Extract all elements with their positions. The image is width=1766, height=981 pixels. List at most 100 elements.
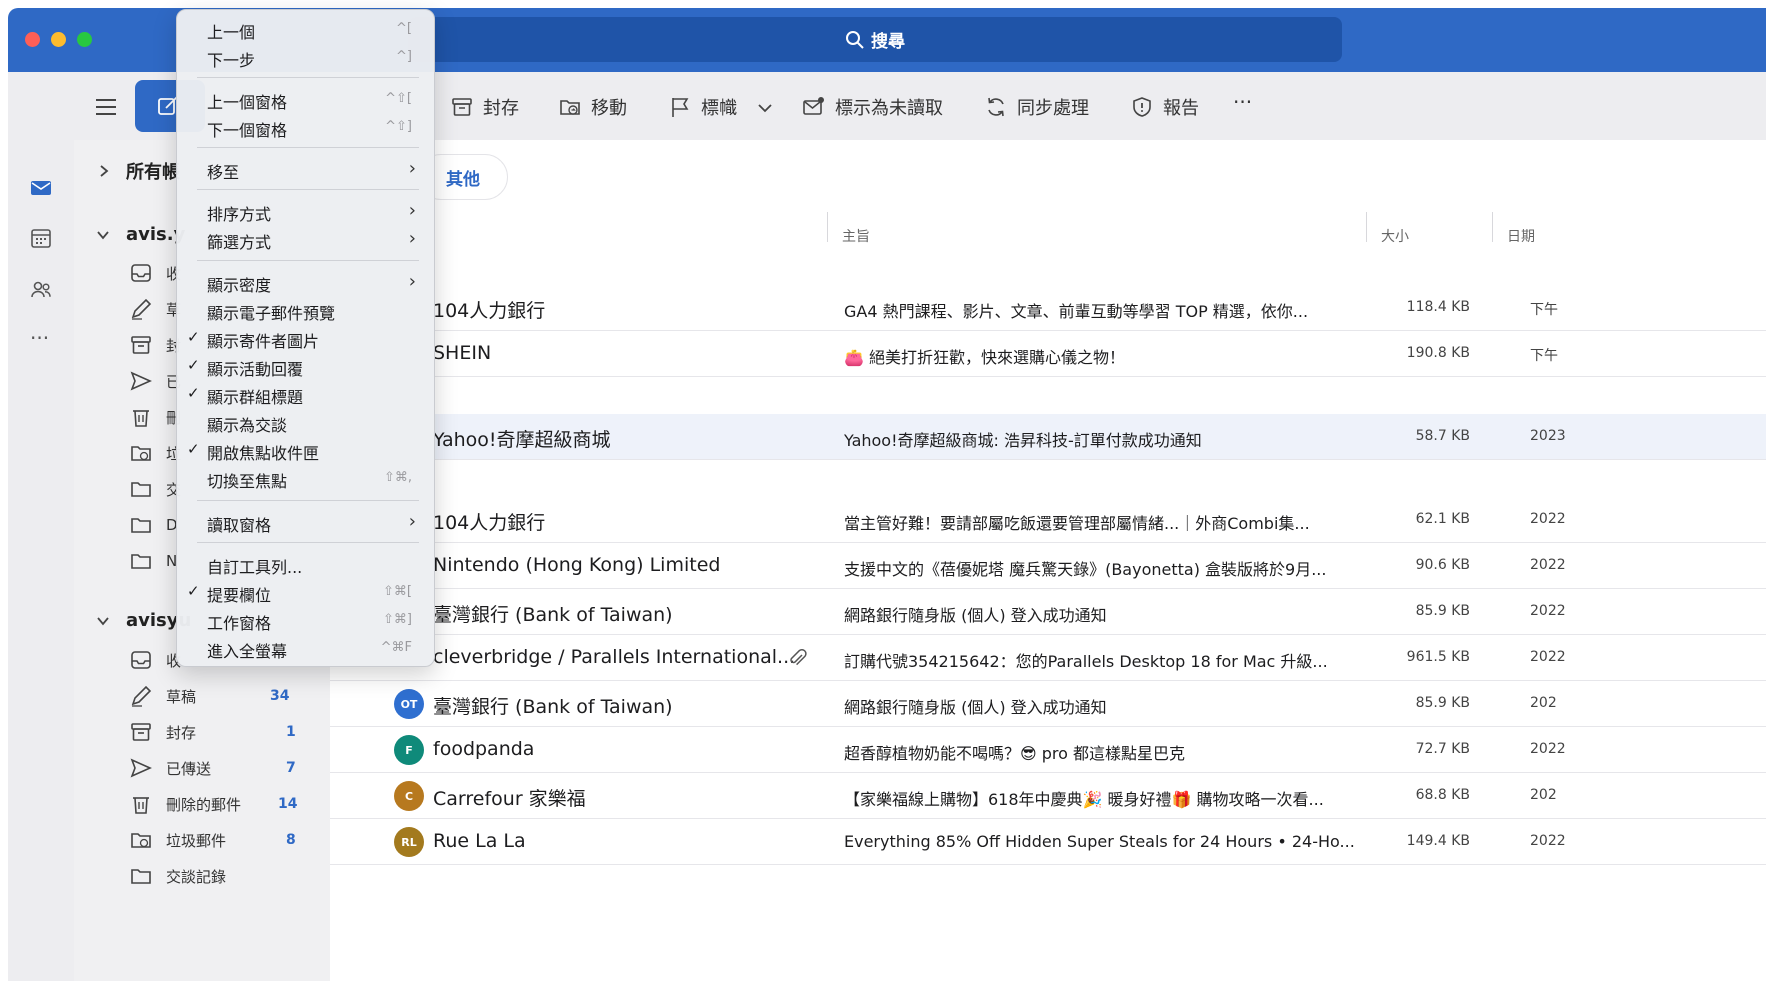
column-separator (1366, 212, 1367, 242)
menu-item-filter-by[interactable]: 篩選方式 › (177, 226, 434, 252)
menu-label: 顯示群組標題 (207, 388, 304, 407)
folder-conversation-1[interactable]: 交 (130, 478, 181, 500)
menu-item-next[interactable]: 下一步 ^] (177, 44, 434, 70)
menu-item-customize-toolbar[interactable]: 自訂工具列... (177, 551, 434, 577)
folder-archive-2[interactable]: 封存 (130, 721, 196, 743)
menu-item-task-pane[interactable]: 工作窗格 ⇧⌘] (177, 607, 434, 633)
inbox-icon (131, 651, 151, 669)
sync-button[interactable]: 同步處理 (985, 94, 1089, 120)
maximize-window-button[interactable] (77, 32, 92, 47)
move-button[interactable]: 移動 (559, 94, 627, 120)
menu-item-density[interactable]: 顯示密度 › (177, 269, 434, 295)
menu-separator (197, 147, 419, 148)
column-date[interactable]: 日期 (1507, 226, 1535, 246)
message-row[interactable]: Nintendo (Hong Kong) Limited 支援中文的《蓓優妮塔 … (330, 543, 1766, 589)
message-row[interactable]: SHEIN 👛 絕美打折狂歡，快來選購心儀之物！ 190.8 KB 下午 (330, 331, 1766, 377)
folder-deleted-1[interactable]: 刪 (130, 406, 181, 428)
menu-label: 移至 (207, 163, 240, 182)
size: 961.5 KB (1406, 649, 1470, 665)
sender: 104人力銀行 (433, 300, 546, 322)
folder-inbox-2[interactable]: 收 (130, 649, 181, 671)
folder-inbox-1[interactable]: 收 (130, 262, 181, 284)
flag-icon (672, 98, 689, 117)
folder-junk-1[interactable]: 垃 (130, 442, 181, 464)
menu-item-show-event-replies[interactable]: ✓ 顯示活動回覆 (177, 353, 434, 379)
avatar: C (394, 781, 424, 811)
message-row[interactable]: 臺灣銀行 (Bank of Taiwan) 網路銀行隨身版 (個人) 登入成功通… (330, 589, 1766, 635)
menu-shortcut: ^[ (396, 21, 412, 36)
avatar: F (394, 735, 424, 765)
folder-drafts-1[interactable]: 草 (130, 298, 181, 320)
folder-junk-2[interactable]: 垃圾郵件 (130, 829, 226, 851)
minimize-window-button[interactable] (51, 32, 66, 47)
people-icon[interactable] (29, 278, 53, 302)
message-row-selected[interactable]: Yahoo!奇摩超級商城 Yahoo!奇摩超級商城: 浩昇科技-訂單付款成功通知… (330, 414, 1766, 460)
flag-dropdown-chevron-icon[interactable] (757, 102, 773, 114)
menu-item-focused-inbox[interactable]: ✓ 開啟焦點收件匣 (177, 437, 434, 463)
menu-item-previous[interactable]: 上一個 ^[ (177, 16, 434, 42)
folder-icon (131, 554, 151, 569)
menu-label: 切換至焦點 (207, 472, 288, 491)
archive-button[interactable]: 封存 (451, 94, 519, 120)
archive-count: 1 (286, 724, 296, 740)
message-row[interactable]: OT 臺灣銀行 (Bank of Taiwan) 網路銀行隨身版 (個人) 登入… (330, 681, 1766, 727)
menu-separator (197, 500, 419, 501)
date: 2022 (1530, 511, 1566, 527)
more-apps-icon[interactable]: ··· (30, 326, 49, 350)
date: 202 (1530, 695, 1557, 711)
view-context-menu: 上一個 ^[ 下一步 ^] 上一個窗格 ^⇧[ 下一個窗格 ^⇧] 移至 › 排序方式 › … (176, 9, 435, 667)
calendar-icon[interactable] (29, 226, 53, 250)
menu-item-show-as-conversations[interactable]: 顯示為交談 (177, 409, 434, 435)
menu-item-previous-pane[interactable]: 上一個窗格 ^⇧[ (177, 86, 434, 112)
message-row[interactable]: cleverbridge / Parallels International..… (330, 635, 1766, 681)
menu-item-sidebar[interactable]: ✓ 提要欄位 ⇧⌘[ (177, 579, 434, 605)
menu-item-reading-pane[interactable]: 讀取窗格 › (177, 509, 434, 535)
message-row[interactable]: RL Rue La La Everything 85% Off Hidden S… (330, 819, 1766, 865)
more-actions-button[interactable]: ··· (1233, 90, 1252, 114)
mail-icon[interactable] (29, 176, 53, 200)
message-row[interactable]: C Carrefour 家樂福 【家樂福線上購物】618年中慶典🎉 暖身好禮🎁 … (330, 773, 1766, 819)
chevron-right-icon (100, 165, 109, 177)
date: 2022 (1530, 833, 1566, 849)
folder-label: 已傳送 (166, 759, 212, 778)
sender: SHEIN (433, 342, 492, 364)
menu-item-next-pane[interactable]: 下一個窗格 ^⇧] (177, 114, 434, 140)
folder-conversation-history-2[interactable]: 交談記錄 (130, 865, 226, 887)
menu-shortcut: ^⇧] (385, 119, 412, 134)
menu-item-show-sender-picture[interactable]: ✓ 顯示寄件者圖片 (177, 325, 434, 351)
menu-shortcut: ⇧⌘[ (383, 584, 412, 599)
folder-archive-1[interactable]: 封 (130, 334, 181, 356)
sender: foodpanda (433, 738, 535, 760)
menu-item-show-preview[interactable]: 顯示電子郵件預覽 (177, 297, 434, 323)
folder-n-1[interactable]: N (130, 550, 177, 572)
message-row[interactable]: 104人力銀行 GA4 熱門課程、影片、文章、前輩互動等學習 TOP 精選，依你… (330, 285, 1766, 331)
column-size[interactable]: 大小 (1381, 226, 1409, 246)
folder-drafts-2[interactable]: 草稿 (130, 685, 196, 707)
message-row[interactable]: 104人力銀行 當主管好難！要請部屬吃飯還要管理部屬情緒...｜外商Combi集… (330, 497, 1766, 543)
message-row[interactable]: F foodpanda 超香醇植物奶能不喝嗎？😎 pro 都這樣點星巴克 72.… (330, 727, 1766, 773)
mark-unread-button[interactable]: 標示為未讀取 (803, 94, 943, 120)
menu-item-sort-by[interactable]: 排序方式 › (177, 198, 434, 224)
column-subject[interactable]: 主旨 (842, 226, 870, 246)
menu-item-switch-to-focused[interactable]: 切換至焦點 ⇧⌘, (177, 465, 434, 491)
menu-label: 排序方式 (207, 205, 272, 224)
search-bar[interactable]: 搜尋 (408, 17, 1342, 62)
all-accounts-header[interactable]: 所有帳 (98, 158, 180, 184)
folder-sent-1[interactable]: 已 (130, 370, 181, 392)
flag-label: 標幟 (701, 98, 737, 119)
menu-item-enter-fullscreen[interactable]: 進入全螢幕 ^⌘F (177, 635, 434, 661)
subject: 支援中文的《蓓優妮塔 魔兵驚天錄》(Bayonetta) 盒裝版將於9月... (844, 560, 1327, 579)
hamburger-menu-icon[interactable] (95, 96, 117, 118)
folder-sent-2[interactable]: 已傳送 (130, 757, 211, 779)
folder-deleted-2[interactable]: 刪除的郵件 (130, 793, 241, 815)
sync-icon (988, 97, 1004, 117)
folder-d-1[interactable]: D (130, 514, 178, 536)
archive-icon (452, 98, 472, 116)
close-window-button[interactable] (25, 32, 40, 47)
menu-item-go-to[interactable]: 移至 › (177, 156, 434, 182)
menu-label: 下一步 (207, 51, 256, 70)
account1-header[interactable]: avis.y (96, 224, 185, 245)
menu-item-show-group-headers[interactable]: ✓ 顯示群組標題 (177, 381, 434, 407)
flag-button[interactable]: 標幟 (669, 94, 737, 120)
report-button[interactable]: 報告 (1131, 94, 1199, 120)
